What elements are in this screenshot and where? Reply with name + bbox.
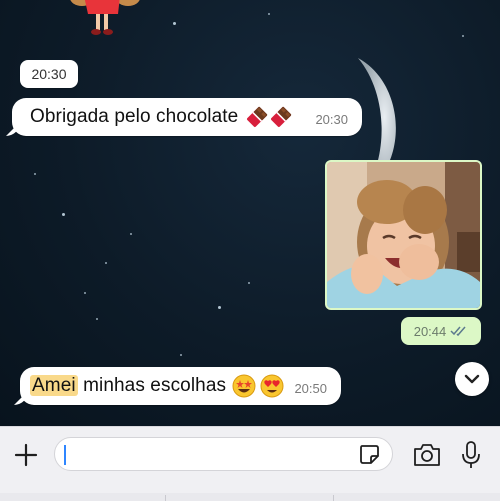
text-caret bbox=[64, 445, 66, 465]
message-text: Obrigada pelo chocolate bbox=[30, 106, 239, 127]
divider-tick bbox=[333, 495, 334, 501]
star bbox=[180, 354, 182, 356]
microphone-icon[interactable] bbox=[460, 440, 482, 470]
star bbox=[62, 213, 65, 216]
chat-wallpaper: 20:30 Obrigada pelo chocolate 20:30 20:4… bbox=[0, 0, 500, 426]
message-time: 20:44 bbox=[413, 323, 447, 339]
star bbox=[268, 13, 270, 15]
divider-tick bbox=[165, 495, 166, 501]
message-text-rest: minhas escolhas bbox=[77, 375, 227, 396]
highlighted-word: Amei bbox=[30, 375, 78, 396]
star bbox=[84, 292, 86, 294]
girl-sticker-icon bbox=[70, 0, 140, 35]
chocolate-bar-icon bbox=[247, 106, 268, 127]
message-time: 20:50 bbox=[294, 381, 327, 396]
date-chip: 20:30 bbox=[20, 60, 78, 88]
plus-icon[interactable] bbox=[12, 441, 40, 469]
star bbox=[218, 306, 221, 309]
composer-bar bbox=[0, 426, 500, 501]
message-time: 20:30 bbox=[315, 112, 348, 127]
message-text: Amei minhas escolhas bbox=[30, 375, 226, 397]
star-struck-face-icon bbox=[232, 374, 256, 398]
star bbox=[105, 262, 107, 264]
star bbox=[96, 318, 98, 320]
star bbox=[34, 173, 36, 175]
chevron-down-icon bbox=[464, 374, 480, 384]
heart-eyes-face-icon bbox=[260, 374, 284, 398]
outgoing-photo-message[interactable] bbox=[325, 160, 482, 310]
camera-icon[interactable] bbox=[412, 442, 442, 468]
read-double-check-icon bbox=[450, 326, 466, 337]
incoming-message[interactable]: Amei minhas escolhas 20:50 bbox=[20, 367, 341, 405]
star bbox=[130, 233, 132, 235]
sticker-icon[interactable] bbox=[358, 443, 380, 465]
star bbox=[462, 35, 464, 37]
incoming-message[interactable]: Obrigada pelo chocolate 20:30 bbox=[12, 98, 362, 136]
star bbox=[248, 282, 250, 284]
message-input[interactable] bbox=[54, 437, 393, 471]
scroll-to-bottom-button[interactable] bbox=[455, 362, 489, 396]
chocolate-bar-icon bbox=[271, 106, 292, 127]
date-chip-label: 20:30 bbox=[31, 66, 67, 82]
star bbox=[173, 22, 176, 25]
laughing-child-photo[interactable] bbox=[327, 162, 480, 308]
photo-message-meta: 20:44 bbox=[401, 317, 481, 345]
